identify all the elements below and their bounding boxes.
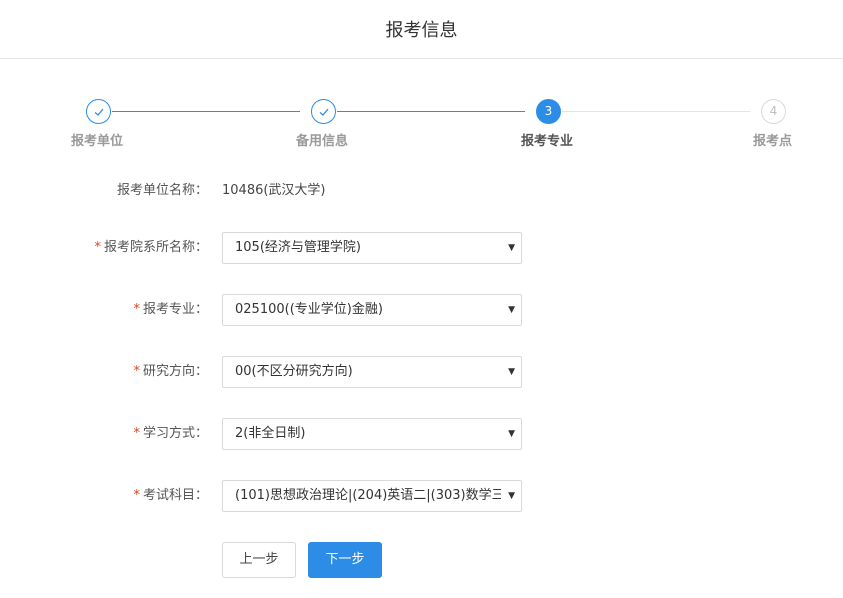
step-4-label: 报考点 [753, 134, 793, 149]
caret-down-icon: ▼ [508, 243, 515, 253]
caret-down-icon: ▼ [508, 429, 515, 439]
caret-down-icon: ▼ [508, 305, 515, 315]
step-3-circle: 3 [536, 99, 561, 124]
direction-select-value: 00(不区分研究方向) [235, 364, 353, 379]
major-label: * 报考专业： [133, 302, 208, 317]
unit-row: 报考单位名称： 10486(武汉大学) [0, 175, 843, 207]
direction-label: * 研究方向： [133, 364, 208, 379]
subjects-label: * 考试科目： [133, 488, 208, 503]
required-mark: * [133, 302, 140, 317]
subjects-row: * 考试科目： (101)思想政治理论|(204)英语二|(303)数学三 ▼ [0, 480, 843, 512]
subjects-select-value: (101)思想政治理论|(204)英语二|(303)数学三 [235, 488, 501, 503]
page-title: 报考信息 [385, 20, 458, 41]
required-mark: * [133, 364, 140, 379]
caret-down-icon: ▼ [508, 367, 515, 377]
direction-row: * 研究方向： 00(不区分研究方向) ▼ [0, 356, 843, 388]
major-select-value: 025100((专业学位)金融) [235, 302, 383, 317]
progress-steps: 3 4 报考单位 备用信息 报考专业 报考点 [0, 98, 843, 158]
prev-step-button[interactable]: 上一步 [222, 542, 296, 578]
step-connector-2 [337, 111, 525, 112]
required-mark: * [133, 426, 140, 441]
step-connector-1 [112, 111, 300, 112]
step-2-circle [311, 99, 336, 124]
major-select[interactable]: 025100((专业学位)金融) ▼ [222, 294, 522, 326]
next-step-button[interactable]: 下一步 [308, 542, 382, 578]
study-mode-row: * 学习方式： 2(非全日制) ▼ [0, 418, 843, 450]
study-mode-select[interactable]: 2(非全日制) ▼ [222, 418, 522, 450]
required-mark: * [94, 240, 101, 255]
department-label: * 报考院系所名称： [94, 240, 208, 255]
step-1-circle [86, 99, 111, 124]
page-header: 报考信息 [0, 0, 843, 59]
unit-label: 报考单位名称： [116, 183, 208, 198]
study-mode-label: * 学习方式： [133, 426, 208, 441]
required-mark: * [133, 488, 140, 503]
department-select[interactable]: 105(经济与管理学院) ▼ [222, 232, 522, 264]
step-1-label: 报考单位 [71, 134, 124, 149]
check-icon [94, 108, 104, 116]
check-icon [319, 108, 329, 116]
step-4-circle: 4 [761, 99, 786, 124]
step-connector-3 [562, 111, 750, 112]
step-3-label: 报考专业 [521, 134, 574, 149]
major-row: * 报考专业： 025100((专业学位)金融) ▼ [0, 294, 843, 326]
study-mode-select-value: 2(非全日制) [235, 426, 306, 441]
department-row: * 报考院系所名称： 105(经济与管理学院) ▼ [0, 232, 843, 264]
department-select-value: 105(经济与管理学院) [235, 240, 361, 255]
unit-value: 10486(武汉大学) [222, 183, 326, 198]
caret-down-icon: ▼ [506, 481, 515, 511]
direction-select[interactable]: 00(不区分研究方向) ▼ [222, 356, 522, 388]
subjects-select[interactable]: (101)思想政治理论|(204)英语二|(303)数学三 ▼ [222, 480, 522, 512]
step-2-label: 备用信息 [296, 134, 349, 149]
